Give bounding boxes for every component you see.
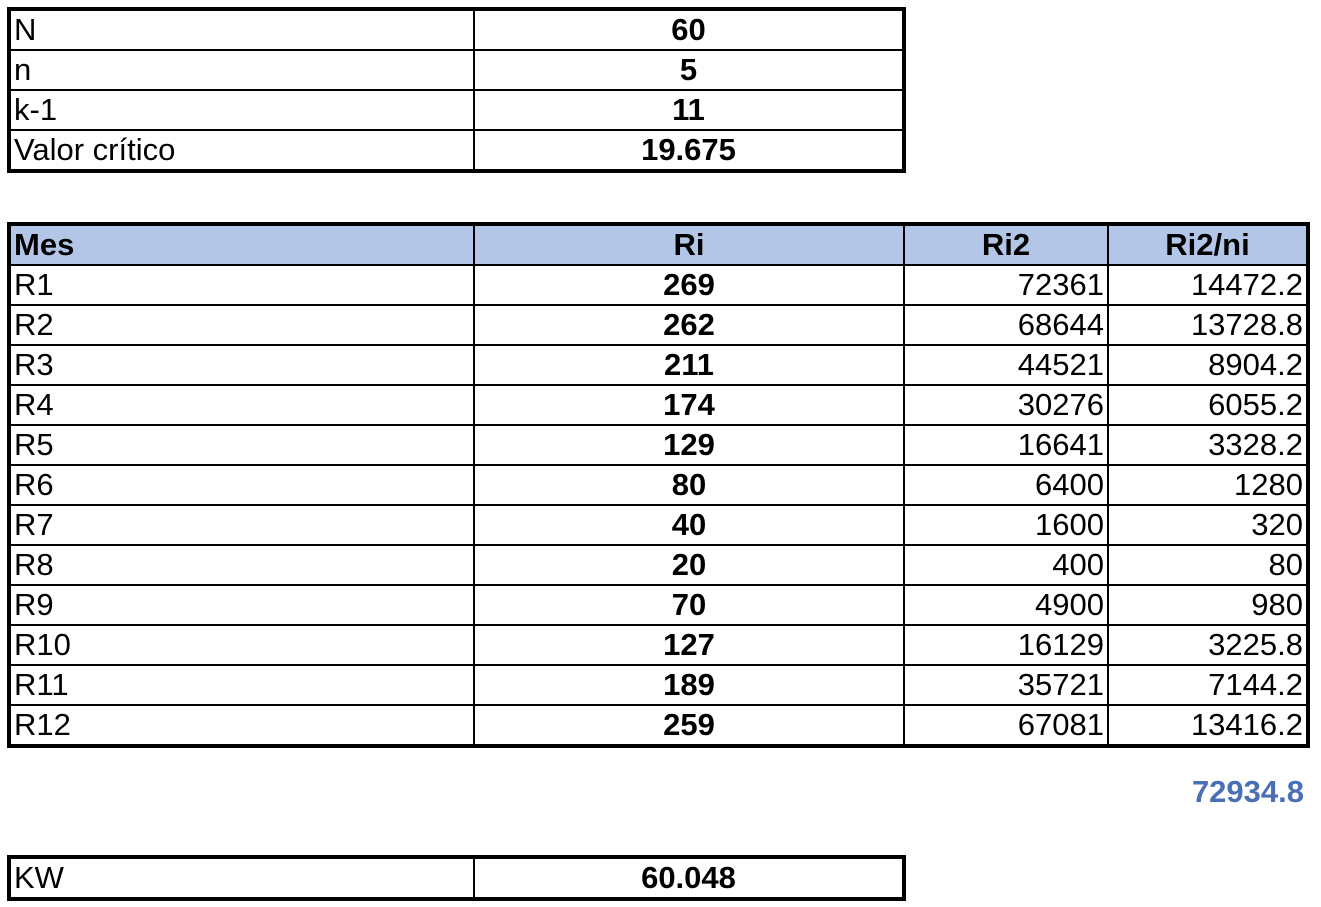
ri-cell: 174	[473, 384, 905, 426]
mes-cell: R9	[8, 584, 475, 626]
param-row: Valor crítico 19.675	[8, 129, 905, 172]
mes-cell: R5	[8, 424, 475, 466]
table-row: R8 20 400 80	[8, 544, 1309, 586]
table-row: R12 259 67081 13416.2	[8, 704, 1309, 747]
header-row: Mes Ri Ri2 Ri2/ni	[8, 223, 1309, 266]
table-row: R4 174 30276 6055.2	[8, 384, 1309, 426]
ri-cell: 80	[473, 464, 905, 506]
ri2-ni-cell: 3328.2	[1107, 424, 1309, 466]
mes-cell: R1	[8, 264, 475, 306]
mes-cell: R7	[8, 504, 475, 546]
ri2-ni-cell: 7144.2	[1107, 664, 1309, 706]
table-row: R6 80 6400 1280	[8, 464, 1309, 506]
mes-cell: R2	[8, 304, 475, 346]
ri-cell: 40	[473, 504, 905, 546]
ri2-ni-cell: 320	[1107, 504, 1309, 546]
param-label: k-1	[8, 89, 475, 131]
header-ri: Ri	[473, 223, 905, 266]
mes-cell: R11	[8, 664, 475, 706]
param-label: n	[8, 49, 475, 91]
kw-table: KW 60.048	[7, 855, 906, 901]
parameters-table: N 60 n 5 k-1 11 Valor crítico 19.675	[7, 7, 906, 173]
header-ri2-ni: Ri2/ni	[1107, 223, 1309, 266]
ri-cell: 262	[473, 304, 905, 346]
ri2-cell: 68644	[903, 304, 1109, 346]
table-row: R3 211 44521 8904.2	[8, 344, 1309, 386]
table-row: R5 129 16641 3328.2	[8, 424, 1309, 466]
kw-label: KW	[8, 856, 475, 900]
param-value: 11	[473, 89, 905, 131]
ri2-ni-cell: 3225.8	[1107, 624, 1309, 666]
header-mes: Mes	[8, 223, 475, 266]
param-value: 5	[473, 49, 905, 91]
table-row: R9 70 4900 980	[8, 584, 1309, 626]
kw-value: 60.048	[473, 856, 905, 900]
table-row: R11 189 35721 7144.2	[8, 664, 1309, 706]
ri-cell: 259	[473, 704, 905, 747]
ri2-cell: 16129	[903, 624, 1109, 666]
ri2-ni-cell: 13728.8	[1107, 304, 1309, 346]
ri2-ni-cell: 980	[1107, 584, 1309, 626]
param-row: N 60	[8, 8, 905, 51]
ri2-cell: 4900	[903, 584, 1109, 626]
param-label: Valor crítico	[8, 129, 475, 172]
param-label: N	[8, 8, 475, 51]
ri2-ni-cell: 1280	[1107, 464, 1309, 506]
ri2-ni-cell: 8904.2	[1107, 344, 1309, 386]
ri2-cell: 67081	[903, 704, 1109, 747]
ri2-cell: 16641	[903, 424, 1109, 466]
ri2-cell: 30276	[903, 384, 1109, 426]
ri2-ni-cell: 14472.2	[1107, 264, 1309, 306]
param-value: 60	[473, 8, 905, 51]
header-ri2: Ri2	[903, 223, 1109, 266]
mes-cell: R10	[8, 624, 475, 666]
mes-cell: R3	[8, 344, 475, 386]
ri-cell: 70	[473, 584, 905, 626]
ri2-ni-cell: 13416.2	[1107, 704, 1309, 747]
ri2-ni-sum: 72934.8	[1191, 774, 1304, 809]
param-row: n 5	[8, 49, 905, 91]
ri-cell: 189	[473, 664, 905, 706]
ri-cell: 129	[473, 424, 905, 466]
mes-cell: R6	[8, 464, 475, 506]
ri-cell: 211	[473, 344, 905, 386]
table-row: R1 269 72361 14472.2	[8, 264, 1309, 306]
kw-row: KW 60.048	[8, 856, 905, 900]
ri2-cell: 6400	[903, 464, 1109, 506]
ri2-cell: 44521	[903, 344, 1109, 386]
ri2-cell: 400	[903, 544, 1109, 586]
table-row: R10 127 16129 3225.8	[8, 624, 1309, 666]
ri-cell: 269	[473, 264, 905, 306]
mes-cell: R4	[8, 384, 475, 426]
table-row: R2 262 68644 13728.8	[8, 304, 1309, 346]
mes-cell: R8	[8, 544, 475, 586]
ri2-cell: 1600	[903, 504, 1109, 546]
param-value: 19.675	[473, 129, 905, 172]
ri2-cell: 72361	[903, 264, 1109, 306]
ranks-table: Mes Ri Ri2 Ri2/ni R1 269 72361 14472.2 R2 262…	[7, 222, 1310, 748]
ri-cell: 127	[473, 624, 905, 666]
param-row: k-1 11	[8, 89, 905, 131]
mes-cell: R12	[8, 704, 475, 747]
table-row: R7 40 1600 320	[8, 504, 1309, 546]
ri2-ni-cell: 80	[1107, 544, 1309, 586]
ri2-ni-cell: 6055.2	[1107, 384, 1309, 426]
ri-cell: 20	[473, 544, 905, 586]
ri2-cell: 35721	[903, 664, 1109, 706]
